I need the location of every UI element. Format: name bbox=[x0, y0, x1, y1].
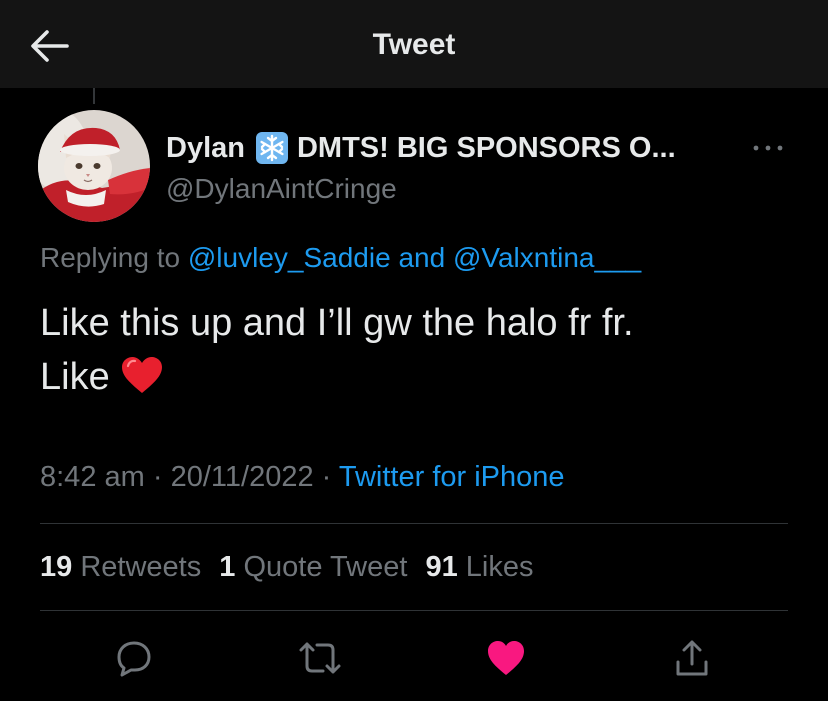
mention-link-2[interactable]: @Valxntina___ bbox=[453, 242, 641, 273]
likes-stat[interactable]: 91 Likes bbox=[425, 551, 533, 583]
reply-icon bbox=[117, 641, 151, 677]
thread-connector-line bbox=[93, 88, 95, 104]
replying-joiner[interactable]: and bbox=[398, 242, 445, 273]
avatar-cat-santa-icon bbox=[38, 110, 150, 222]
retweets-count: 19 bbox=[40, 551, 73, 583]
reply-button[interactable] bbox=[110, 634, 158, 682]
retweets-label: Retweets bbox=[80, 551, 202, 583]
quotes-label: Quote Tweet bbox=[243, 551, 408, 583]
tweet-line-2-text: Like bbox=[40, 356, 110, 398]
share-button[interactable] bbox=[668, 634, 716, 682]
tweet-source-link[interactable]: Twitter for iPhone bbox=[339, 461, 565, 493]
replying-to-line: Replying to @luvley_Saddie and @Valxntin… bbox=[40, 240, 641, 276]
retweet-button[interactable] bbox=[296, 634, 344, 682]
replying-prefix: Replying to bbox=[40, 242, 181, 273]
page-title: Tweet bbox=[372, 28, 456, 61]
tweet-date: 20/11/2022 bbox=[170, 461, 314, 493]
author-display-name[interactable]: Dylan DMTS! BIG SPONSORS O... bbox=[166, 130, 676, 166]
author-handle[interactable]: @DylanAintCringe bbox=[166, 171, 397, 207]
author-name: Dylan bbox=[166, 132, 245, 164]
snowflake-icon bbox=[255, 131, 289, 165]
divider-bottom bbox=[40, 610, 788, 611]
mention-link-1[interactable]: @luvley_Saddie bbox=[188, 242, 391, 273]
meta-separator-1: · bbox=[152, 461, 163, 493]
meta-separator-2: · bbox=[321, 461, 332, 493]
share-icon bbox=[676, 640, 708, 676]
more-options-button[interactable] bbox=[748, 136, 788, 160]
avatar[interactable] bbox=[38, 110, 150, 222]
tweet-line-1: Like this up and I’ll gw the halo fr fr. bbox=[40, 302, 634, 344]
likes-count: 91 bbox=[425, 551, 458, 583]
divider-top bbox=[40, 523, 788, 524]
tweet-meta: 8:42 am · 20/11/2022 · Twitter for iPhon… bbox=[40, 459, 565, 495]
like-button[interactable] bbox=[482, 634, 530, 682]
likes-label: Likes bbox=[465, 551, 534, 583]
tweet-time: 8:42 am bbox=[40, 461, 145, 493]
red-heart-emoji-icon bbox=[120, 355, 164, 395]
retweets-stat[interactable]: 19 Retweets bbox=[40, 551, 201, 583]
tweet-stats: 19 Retweets 1 Quote Tweet 91 Likes bbox=[40, 549, 543, 585]
header-bar: Tweet bbox=[0, 0, 828, 88]
author-name-suffix: DMTS! BIG SPONSORS O... bbox=[296, 132, 676, 164]
heart-icon bbox=[488, 641, 524, 675]
tweet-line-2: Like bbox=[40, 350, 800, 404]
more-dots-icon bbox=[753, 145, 783, 151]
quotes-stat[interactable]: 1 Quote Tweet bbox=[219, 551, 407, 583]
tweet-text: Like this up and I’ll gw the halo fr fr.… bbox=[40, 296, 800, 404]
retweet-icon bbox=[299, 642, 341, 674]
quotes-count: 1 bbox=[219, 551, 236, 583]
